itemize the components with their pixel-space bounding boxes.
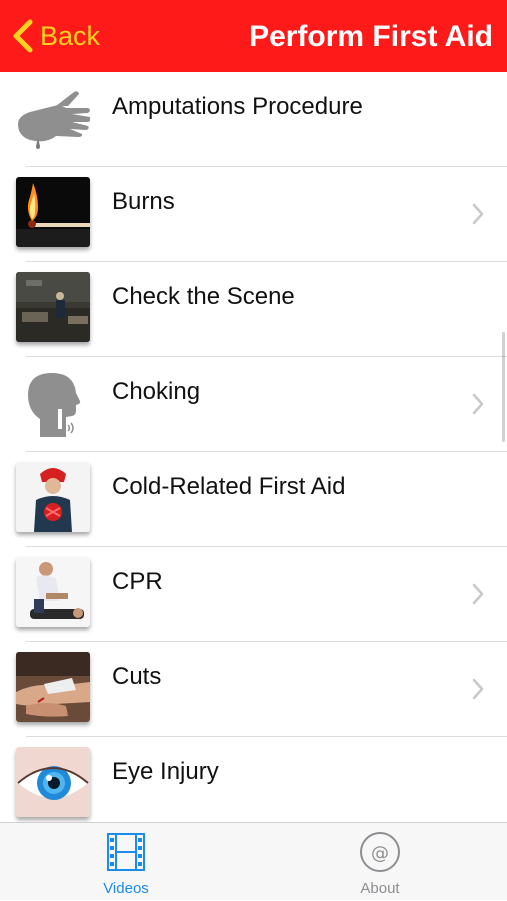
chevron-right-icon bbox=[472, 583, 484, 605]
tab-label: About bbox=[360, 880, 400, 897]
chevron-right-icon bbox=[472, 203, 484, 225]
hand-icon bbox=[16, 82, 90, 152]
accident-scene-photo bbox=[16, 272, 90, 342]
list-item-label: Burns bbox=[112, 188, 175, 215]
injured-hands-photo bbox=[16, 652, 90, 722]
chevron-left-icon bbox=[13, 19, 33, 53]
list-item-burns[interactable]: Burns bbox=[0, 167, 507, 262]
chevron-right-icon bbox=[472, 393, 484, 415]
burning-match-icon bbox=[16, 177, 90, 247]
back-button[interactable]: Back bbox=[10, 16, 100, 56]
list-item-label: Check the Scene bbox=[112, 283, 295, 310]
page-title: Perform First Aid bbox=[249, 20, 493, 53]
tab-videos[interactable]: Videos bbox=[36, 823, 216, 901]
list-item-label: Choking bbox=[112, 378, 201, 405]
list-item-amputations[interactable]: Amputations Procedure bbox=[0, 72, 507, 167]
list-item-check-scene[interactable]: Check the Scene bbox=[0, 262, 507, 357]
scrollbar[interactable] bbox=[502, 332, 505, 442]
head-profile-icon bbox=[16, 367, 90, 437]
tab-label: Videos bbox=[103, 880, 149, 897]
at-sign-icon: @ bbox=[360, 832, 400, 872]
tab-bar: Videos @ About bbox=[0, 822, 507, 900]
cpr-photo bbox=[16, 557, 90, 627]
tab-about[interactable]: @ About bbox=[290, 823, 470, 901]
list-item-label: CPR bbox=[112, 568, 163, 595]
list-item-label: Cuts bbox=[112, 663, 162, 690]
list-item-cpr[interactable]: CPR bbox=[0, 547, 507, 642]
chevron-right-icon bbox=[472, 678, 484, 700]
list-item-label: Eye Injury bbox=[112, 758, 219, 785]
winter-person-photo bbox=[16, 462, 90, 532]
list-item-cold-related[interactable]: Cold-Related First Aid bbox=[0, 452, 507, 547]
eye-photo bbox=[16, 747, 90, 817]
film-strip-icon bbox=[107, 833, 145, 871]
list-item-choking[interactable]: Choking bbox=[0, 357, 507, 452]
list-item-cuts[interactable]: Cuts bbox=[0, 642, 507, 737]
svg-text:@: @ bbox=[371, 843, 389, 864]
list-item-label: Cold-Related First Aid bbox=[112, 473, 346, 500]
nav-bar: Back Perform First Aid bbox=[0, 0, 507, 72]
list-item-eye-injury[interactable]: Eye Injury bbox=[0, 737, 507, 822]
list-item-label: Amputations Procedure bbox=[112, 93, 363, 120]
topic-list: Amputations Procedure Burns Check the Sc… bbox=[0, 72, 507, 822]
back-label: Back bbox=[40, 21, 101, 51]
